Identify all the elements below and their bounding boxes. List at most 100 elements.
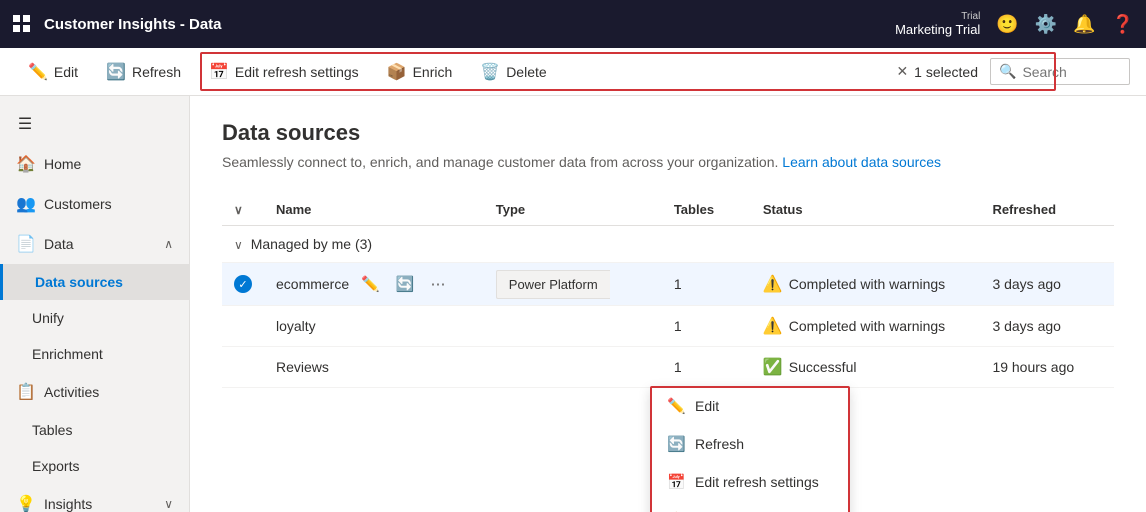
insights-chevron-icon: ∨ — [164, 497, 173, 511]
activities-icon: 📋 — [16, 382, 34, 402]
search-input[interactable] — [1022, 64, 1121, 80]
enrich-icon: 📦 — [387, 62, 407, 82]
insights-icon: 💡 — [16, 494, 34, 512]
context-menu: ✏️ Edit 🔄 Refresh 📅 Edit refresh setting… — [650, 386, 850, 512]
row-status-ecommerce: ⚠️ Completed with warnings — [751, 263, 981, 306]
success-icon-reviews: ✅ — [763, 357, 783, 377]
col-header-name[interactable]: Name — [264, 194, 484, 226]
sidebar-label-activities: Activities — [44, 384, 99, 400]
group-collapse-icon[interactable]: ∨ — [234, 238, 243, 252]
edit-icon: ✏️ — [28, 62, 48, 82]
col-header-status[interactable]: Status — [751, 194, 981, 226]
row-checkbox-reviews[interactable] — [222, 347, 264, 388]
row-refreshed-reviews: 19 hours ago — [980, 347, 1114, 388]
action-bar: ✏️ Edit 🔄 Refresh 📅 Edit refresh setting… — [0, 48, 1146, 96]
hamburger-button[interactable]: ☰ — [0, 104, 189, 144]
edit-refresh-settings-button[interactable]: 📅 Edit refresh settings — [197, 56, 371, 88]
col-header-tables[interactable]: Tables — [662, 194, 751, 226]
top-nav: Customer Insights - Data Trial Marketing… — [0, 0, 1146, 48]
bell-icon[interactable]: 🔔 — [1073, 14, 1095, 35]
trial-label: Trial — [961, 11, 980, 22]
sidebar-item-activities[interactable]: 📋 Activities — [0, 372, 189, 412]
trial-name: Marketing Trial — [895, 22, 980, 37]
customers-icon: 👥 — [16, 194, 34, 214]
app-title: Customer Insights - Data — [44, 16, 222, 33]
context-edit-icon: ✏️ — [667, 397, 685, 415]
trial-badge: Trial Marketing Trial — [895, 11, 980, 37]
context-menu-edit[interactable]: ✏️ Edit — [651, 387, 849, 425]
sidebar-label-unify: Unify — [32, 310, 64, 326]
help-icon[interactable]: ❓ — [1112, 14, 1134, 35]
row-type-reviews — [484, 347, 662, 388]
enrich-button[interactable]: 📦 Enrich — [375, 56, 465, 88]
context-menu-enrich[interactable]: 📦 Enrich — [651, 501, 849, 512]
sidebar: ☰ 🏠 Home 👥 Customers 📄 Data ∧ Data sourc… — [0, 96, 190, 512]
row-name-reviews: Reviews — [264, 347, 484, 388]
row-type-loyalty — [484, 306, 662, 347]
data-chevron-icon: ∧ — [164, 237, 173, 251]
search-box[interactable]: 🔍 — [990, 58, 1130, 85]
row-tables-loyalty: 1 — [662, 306, 751, 347]
sidebar-label-exports: Exports — [32, 458, 79, 474]
page-description: Seamlessly connect to, enrich, and manag… — [222, 154, 1114, 170]
sidebar-item-enrichment[interactable]: Enrichment — [0, 336, 189, 372]
sidebar-item-home[interactable]: 🏠 Home — [0, 144, 189, 184]
learn-more-link[interactable]: Learn about data sources — [782, 154, 941, 170]
delete-icon: 🗑️ — [480, 62, 500, 82]
sidebar-label-insights: Insights — [44, 496, 92, 512]
sidebar-label-enrichment: Enrichment — [32, 346, 103, 362]
sidebar-item-unify[interactable]: Unify — [0, 300, 189, 336]
group-header-managed-by-me: ∨ Managed by me (3) — [222, 226, 1114, 263]
row-more-btn-ecommerce[interactable]: ⋯ — [427, 273, 450, 295]
search-icon: 🔍 — [999, 63, 1016, 80]
context-calendar-icon: 📅 — [667, 473, 685, 491]
col-header-type[interactable]: Type — [484, 194, 662, 226]
row-status-reviews: ✅ Successful — [751, 347, 981, 388]
row-edit-btn-ecommerce[interactable]: ✏️ — [357, 273, 384, 295]
delete-button[interactable]: 🗑️ Delete — [468, 56, 558, 88]
selected-badge: ✕ 1 selected — [896, 63, 978, 80]
close-selected-icon[interactable]: ✕ — [896, 63, 908, 80]
warning-icon-loyalty: ⚠️ — [763, 316, 783, 336]
calendar-icon: 📅 — [209, 62, 229, 82]
smiley-icon[interactable]: 🙂 — [996, 14, 1018, 35]
context-menu-edit-refresh-settings[interactable]: 📅 Edit refresh settings — [651, 463, 849, 501]
sidebar-label-tables: Tables — [32, 422, 72, 438]
row-refresh-btn-ecommerce[interactable]: 🔄 — [392, 273, 419, 295]
table-row[interactable]: Reviews 1 ✅ Successful 19 hours ago — [222, 347, 1114, 388]
sidebar-item-data[interactable]: 📄 Data ∧ — [0, 224, 189, 264]
table-row[interactable]: ecommerce ✏️ 🔄 ⋯ Power Platform 1 ⚠️ — [222, 263, 1114, 306]
sidebar-item-data-sources[interactable]: Data sources — [0, 264, 189, 300]
sidebar-label-customers: Customers — [44, 196, 112, 212]
row-refreshed-loyalty: 3 days ago — [980, 306, 1114, 347]
settings-icon[interactable]: ⚙️ — [1035, 14, 1057, 35]
sidebar-item-exports[interactable]: Exports — [0, 448, 189, 484]
app-grid-icon[interactable] — [12, 14, 32, 34]
row-name-ecommerce: ecommerce ✏️ 🔄 ⋯ — [264, 263, 484, 306]
row-checkbox-ecommerce[interactable] — [222, 263, 264, 306]
main-layout: ☰ 🏠 Home 👥 Customers 📄 Data ∧ Data sourc… — [0, 96, 1146, 512]
row-checkbox-loyalty[interactable] — [222, 306, 264, 347]
row-refreshed-ecommerce: 3 days ago — [980, 263, 1114, 306]
data-icon: 📄 — [16, 234, 34, 254]
col-header-refreshed[interactable]: Refreshed — [980, 194, 1114, 226]
content-area: Data sources Seamlessly connect to, enri… — [190, 96, 1146, 512]
page-title: Data sources — [222, 120, 1114, 146]
context-refresh-icon: 🔄 — [667, 435, 685, 453]
checked-icon — [234, 275, 252, 293]
sidebar-item-tables[interactable]: Tables — [0, 412, 189, 448]
row-tables-reviews: 1 — [662, 347, 751, 388]
sidebar-item-customers[interactable]: 👥 Customers — [0, 184, 189, 224]
row-type-ecommerce: Power Platform — [484, 263, 662, 306]
table-row[interactable]: loyalty 1 ⚠️ Completed with warnings 3 d… — [222, 306, 1114, 347]
home-icon: 🏠 — [16, 154, 34, 174]
warning-icon: ⚠️ — [763, 274, 783, 294]
group-label: Managed by me (3) — [251, 236, 372, 252]
sidebar-item-insights[interactable]: 💡 Insights ∨ — [0, 484, 189, 512]
collapse-all-icon[interactable]: ∨ — [234, 203, 243, 217]
edit-button[interactable]: ✏️ Edit — [16, 56, 90, 88]
context-menu-refresh[interactable]: 🔄 Refresh — [651, 425, 849, 463]
refresh-button[interactable]: 🔄 Refresh — [94, 56, 193, 88]
col-header-checkbox: ∨ — [222, 194, 264, 226]
power-platform-badge: Power Platform — [496, 270, 610, 299]
